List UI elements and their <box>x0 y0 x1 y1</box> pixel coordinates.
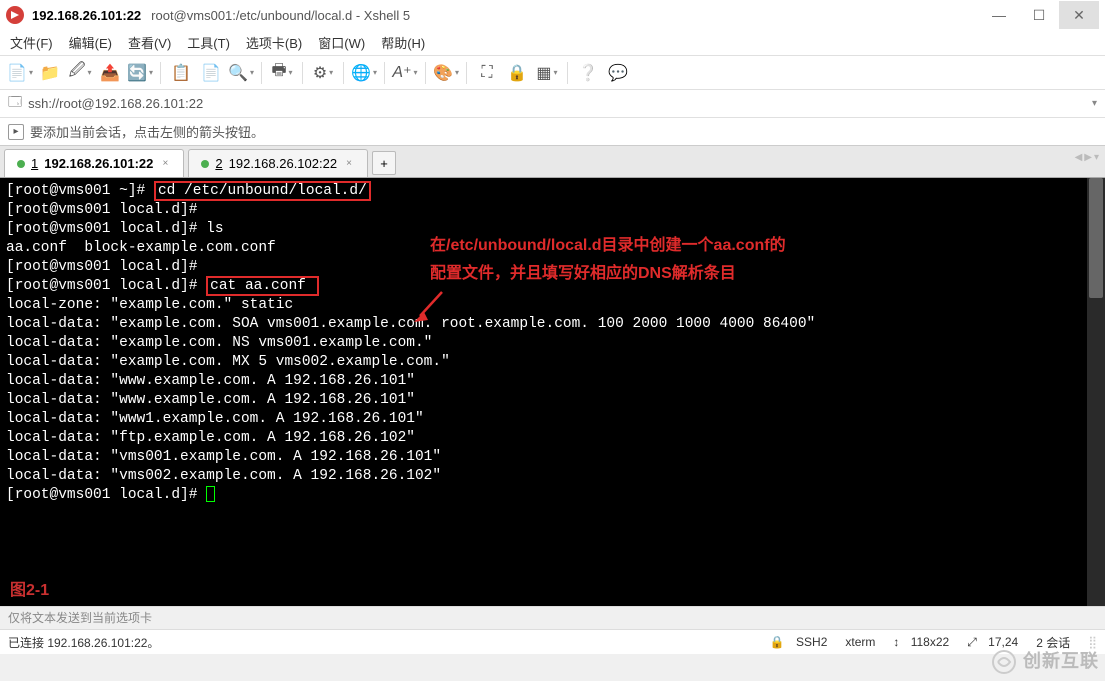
tab-number: 1 <box>31 156 38 171</box>
tab-label: 192.168.26.102:22 <box>229 156 337 171</box>
transfer-button[interactable]: 📤 <box>96 59 124 87</box>
tab-label: 192.168.26.101:22 <box>44 156 153 171</box>
tab-next-icon[interactable]: ▶ <box>1084 152 1092 163</box>
terminal[interactable]: [root@vms001 ~]# cd /etc/unbound/local.d… <box>0 178 1087 606</box>
tab-1[interactable]: 1 192.168.26.101:22 × <box>4 149 184 177</box>
tab-menu-icon[interactable]: ▾ <box>1094 152 1099 163</box>
tab-close-icon[interactable]: × <box>343 158 355 170</box>
tab-bar: 1 192.168.26.101:22 × 2 192.168.26.102:2… <box>0 146 1105 178</box>
status-term: xterm <box>845 635 875 649</box>
address-dropdown-icon[interactable]: ▾ <box>1092 98 1097 109</box>
terminal-area: [root@vms001 ~]# cd /etc/unbound/local.d… <box>0 178 1105 606</box>
title-bar: 192.168.26.101:22 root@vms001:/etc/unbou… <box>0 0 1105 30</box>
font-button[interactable]: A⁺ <box>391 59 419 87</box>
lock-button[interactable]: 🔒 <box>503 59 531 87</box>
send-text-bar[interactable]: 仅将文本发送到当前选项卡 <box>0 606 1105 630</box>
watermark: 创新互联 <box>991 647 1099 675</box>
hint-text: 要添加当前会话，点击左侧的箭头按钮。 <box>30 122 264 141</box>
status-size: ↕ 118x22 <box>893 635 949 649</box>
tab-number: 2 <box>215 156 222 171</box>
menu-edit[interactable]: 编辑(E) <box>69 33 112 52</box>
window-title-main: 192.168.26.101:22 <box>32 8 141 23</box>
address-bar[interactable]: 🗔 ssh://root@192.168.26.101:22 ▾ <box>0 90 1105 118</box>
fullscreen-button[interactable]: ⛶ <box>473 59 501 87</box>
annotation-line-1: 在/etc/unbound/local.d目录中创建一个aa.conf的 <box>430 236 786 255</box>
menu-help[interactable]: 帮助(H) <box>381 33 425 52</box>
tab-nav: ◀ ▶ ▾ <box>1075 152 1099 163</box>
tab-prev-icon[interactable]: ◀ <box>1075 152 1083 163</box>
add-session-icon[interactable]: ▸ <box>8 124 24 140</box>
status-connection: 已连接 192.168.26.101:22。 <box>8 634 159 651</box>
annotation-line-2: 配置文件，并且填写好相应的DNS解析条目 <box>430 264 736 283</box>
address-icon: 🗔 <box>8 93 22 115</box>
address-text: ssh://root@192.168.26.101:22 <box>28 96 203 111</box>
position-icon: ⤢ <box>967 635 977 650</box>
add-tab-button[interactable]: + <box>372 151 396 175</box>
app-icon <box>6 6 24 24</box>
copy-button[interactable]: 📋 <box>167 59 195 87</box>
print-button[interactable]: 🖶 <box>268 59 296 87</box>
properties-button[interactable]: ⚙ <box>309 59 337 87</box>
reconnect-button[interactable]: 🔄 <box>126 59 154 87</box>
resize-icon: ↕ <box>893 635 899 649</box>
menu-window[interactable]: 窗口(W) <box>318 33 365 52</box>
menu-tools[interactable]: 工具(T) <box>187 33 230 52</box>
menu-view[interactable]: 查看(V) <box>128 33 171 52</box>
open-button[interactable]: 📁 <box>36 59 64 87</box>
paste-button[interactable]: 📄 <box>197 59 225 87</box>
menu-bar: 文件(F) 编辑(E) 查看(V) 工具(T) 选项卡(B) 窗口(W) 帮助(… <box>0 30 1105 56</box>
window-title-sub: root@vms001:/etc/unbound/local.d - Xshel… <box>151 8 410 23</box>
close-button[interactable]: ✕ <box>1059 1 1099 29</box>
new-session-button[interactable]: 📄 <box>6 59 34 87</box>
status-bar: 已连接 192.168.26.101:22。 🔒 SSH2 xterm ↕ 11… <box>0 630 1105 654</box>
help-button[interactable]: ❔ <box>574 59 602 87</box>
find-button[interactable]: 🔍 <box>227 59 255 87</box>
lock-icon: 🔒 <box>770 635 785 649</box>
tab-close-icon[interactable]: × <box>159 158 171 170</box>
scrollbar-thumb[interactable] <box>1089 178 1103 298</box>
status-dot-icon <box>201 160 209 168</box>
save-button[interactable]: 🖉 <box>66 59 94 87</box>
globe-button[interactable]: 🌐 <box>350 59 378 87</box>
menu-tabs[interactable]: 选项卡(B) <box>246 33 302 52</box>
minimize-button[interactable]: — <box>979 1 1019 29</box>
figure-label: 图2-1 <box>10 581 49 600</box>
annotation-arrow-icon <box>410 286 450 326</box>
chat-button[interactable]: 💬 <box>604 59 632 87</box>
toolbar: 📄 📁 🖉 📤 🔄 📋 📄 🔍 🖶 ⚙ 🌐 A⁺ 🎨 ⛶ 🔒 ▦ ❔ 💬 <box>0 56 1105 90</box>
hint-bar: ▸ 要添加当前会话，点击左侧的箭头按钮。 <box>0 118 1105 146</box>
send-text-label: 仅将文本发送到当前选项卡 <box>8 611 152 625</box>
tab-2[interactable]: 2 192.168.26.102:22 × <box>188 149 368 177</box>
color-button[interactable]: 🎨 <box>432 59 460 87</box>
layout-button[interactable]: ▦ <box>533 59 561 87</box>
maximize-button[interactable]: ☐ <box>1019 1 1059 29</box>
menu-file[interactable]: 文件(F) <box>10 33 53 52</box>
status-protocol: 🔒 SSH2 <box>770 635 828 649</box>
status-dot-icon <box>17 160 25 168</box>
terminal-scrollbar[interactable] <box>1087 178 1105 606</box>
